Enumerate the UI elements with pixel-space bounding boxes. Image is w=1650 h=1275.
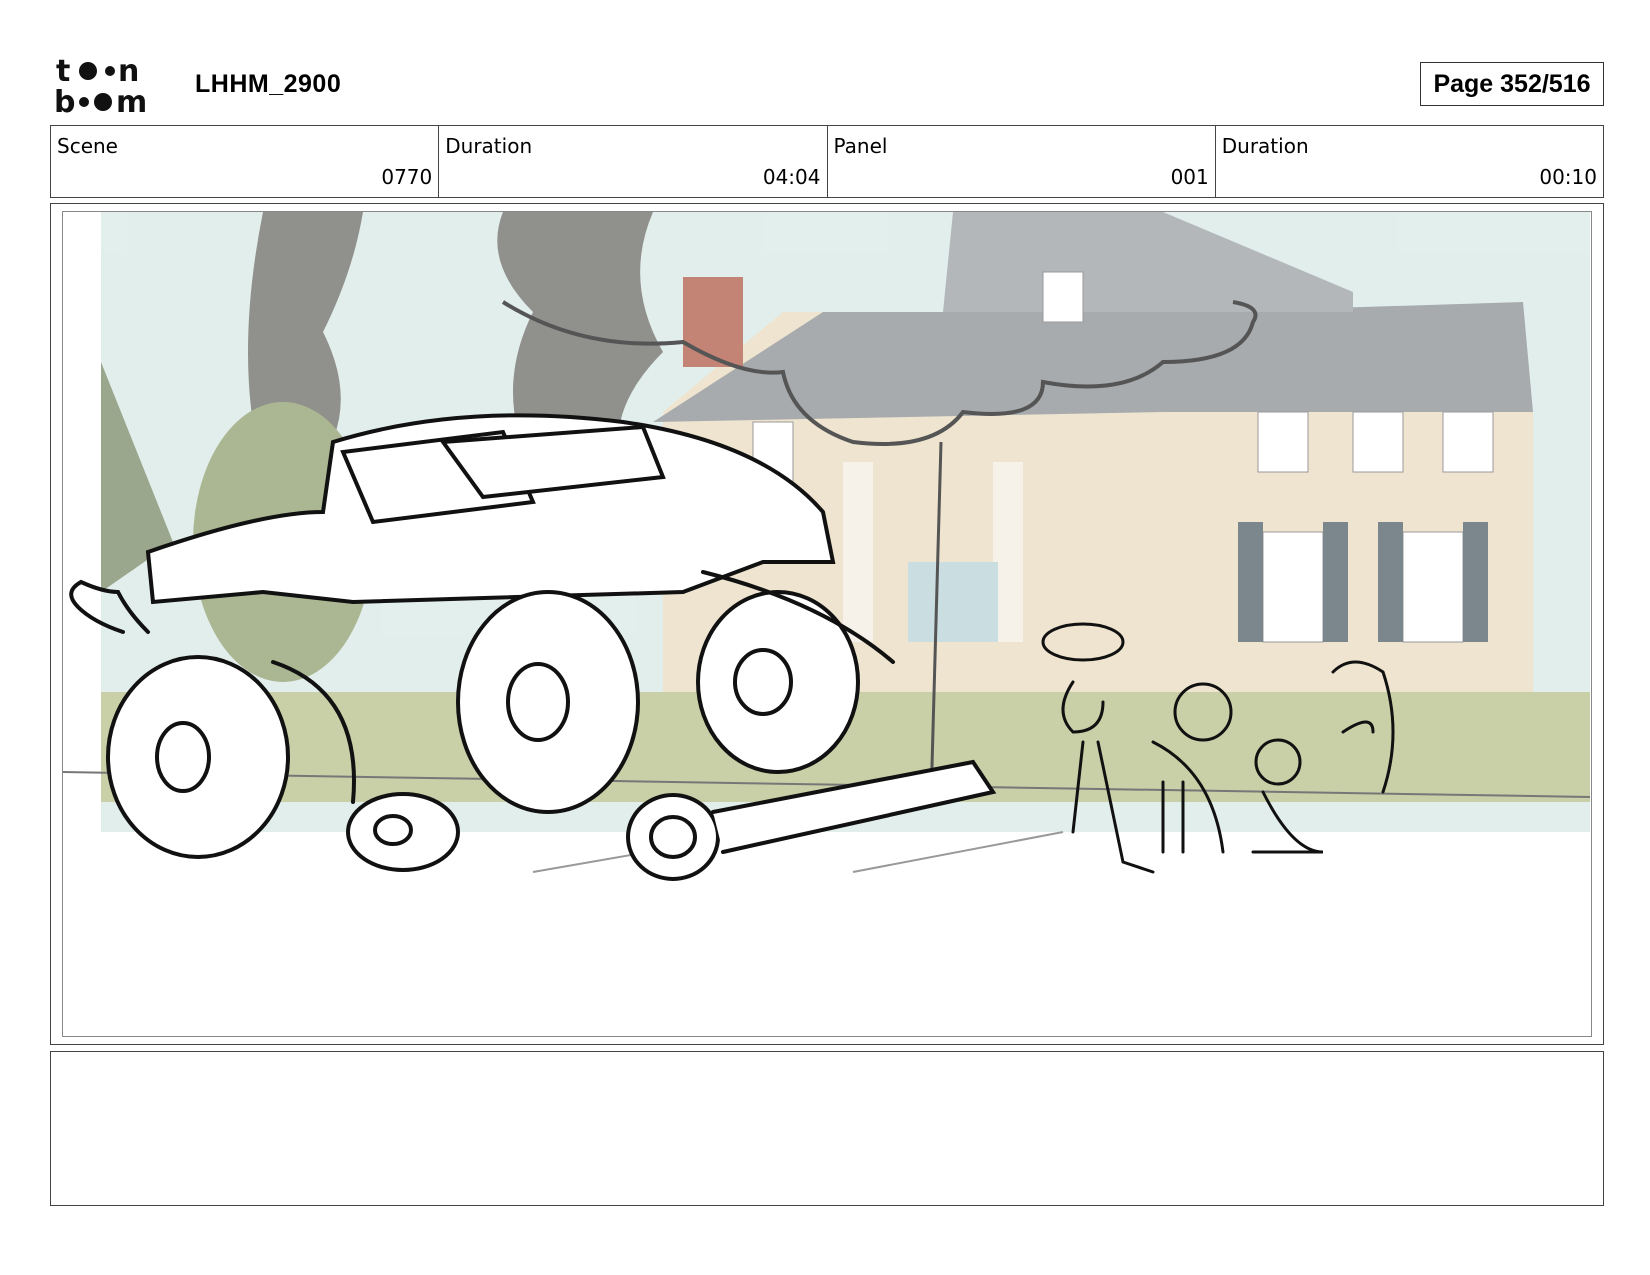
svg-text:n: n (118, 54, 139, 89)
svg-text:m: m (116, 85, 147, 116)
panel-value: 001 (1170, 165, 1209, 189)
svg-text:t: t (56, 54, 70, 89)
storyboard-panel-image (62, 211, 1592, 1037)
panel-cell: Panel 001 (828, 126, 1216, 197)
scene-duration-cell: Duration 04:04 (439, 126, 828, 197)
panel-duration-cell: Duration 00:10 (1216, 126, 1603, 197)
scene-value: 0770 (381, 165, 433, 189)
info-table: Scene 0770 Duration 04:04 Panel 001 Dura… (50, 125, 1604, 198)
panel-duration-label: Duration (1221, 134, 1309, 158)
scene-cell: Scene 0770 (51, 126, 440, 197)
panel-duration-value: 00:10 (1539, 165, 1597, 189)
svg-text:b: b (54, 85, 75, 116)
project-title: LHHM_2900 (195, 70, 342, 98)
scene-duration-value: 04:04 (762, 165, 821, 189)
scene-label: Scene (57, 134, 118, 158)
panel-label: Panel (833, 134, 888, 158)
page-indicator: Page 352/516 (1420, 62, 1604, 106)
scene-duration-label: Duration (445, 134, 533, 158)
panel-notes-box (50, 1051, 1604, 1206)
toonboom-logo: t n b m (54, 54, 172, 120)
